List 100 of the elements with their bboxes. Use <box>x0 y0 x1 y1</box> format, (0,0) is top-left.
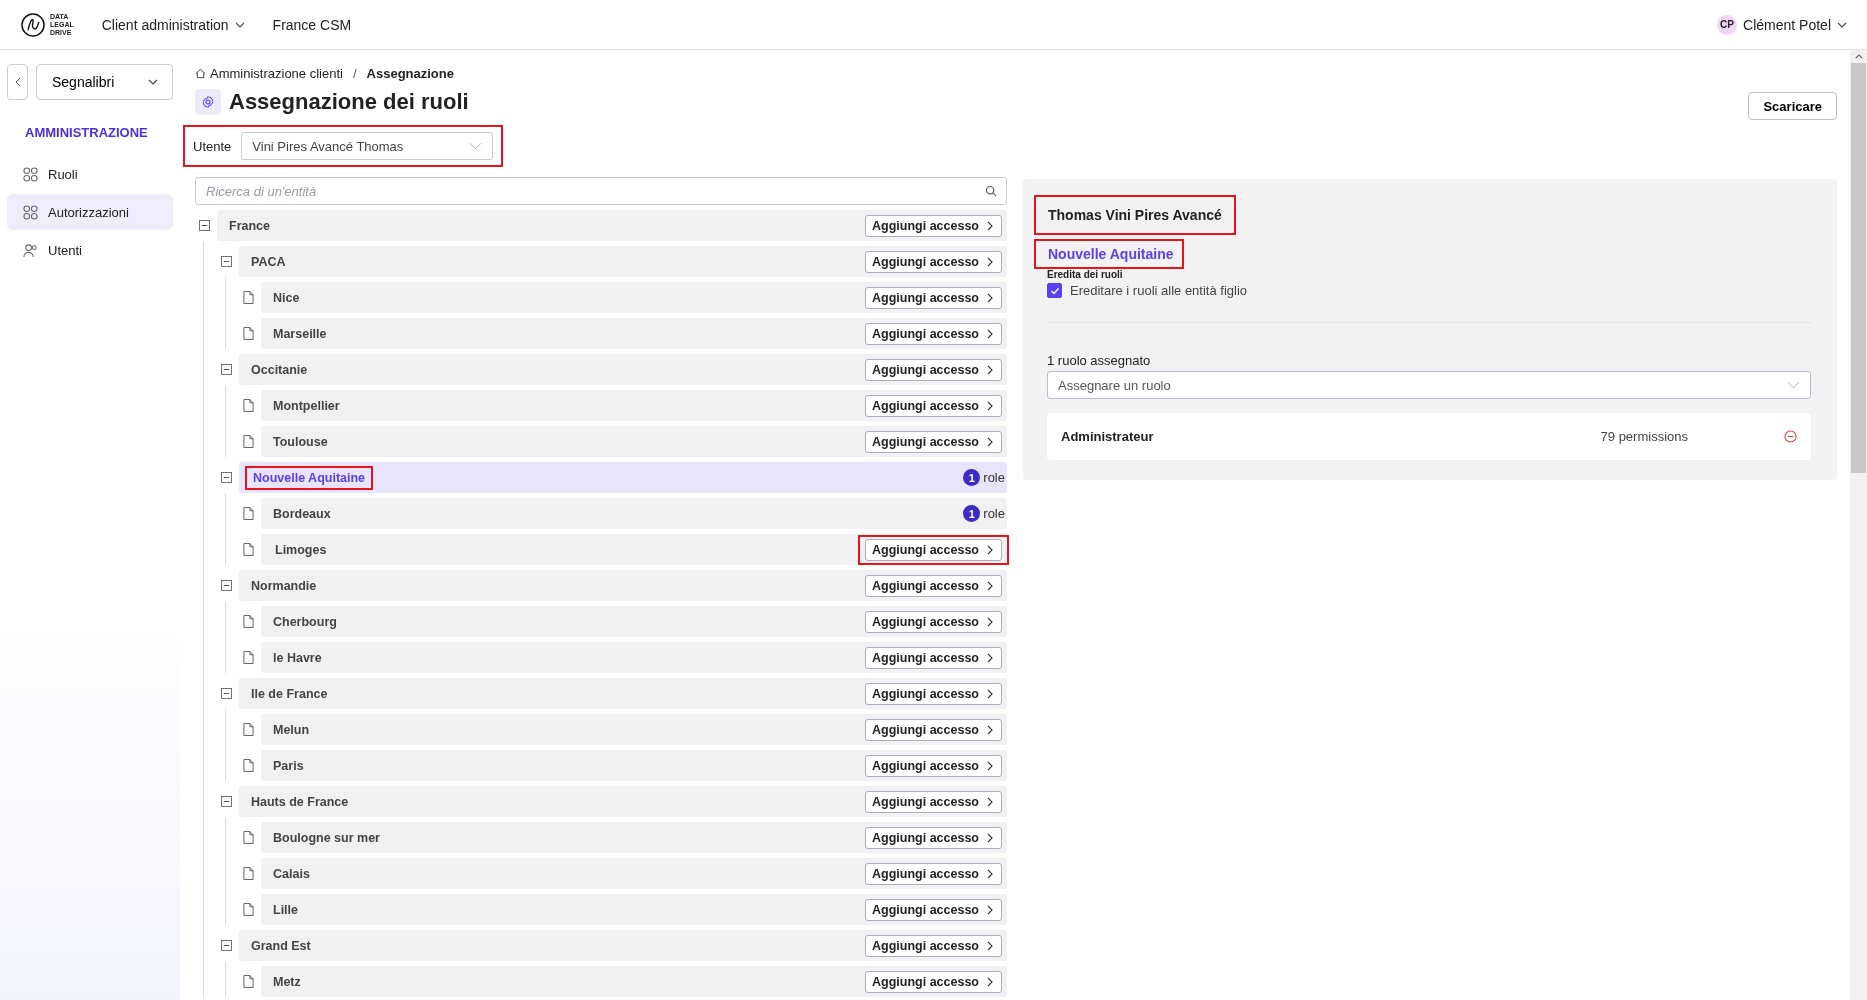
tree-node[interactable]: Ile de France Aggiungi accesso <box>239 678 1007 709</box>
tree-node[interactable]: Cherbourg Aggiungi accesso <box>261 606 1007 637</box>
tree-node[interactable]: Melun Aggiungi accesso <box>261 714 1007 745</box>
chevron-right-icon <box>987 400 993 411</box>
entity-name: Paris <box>272 757 305 775</box>
document-icon <box>243 867 254 880</box>
add-access-button[interactable]: Aggiungi accesso <box>865 610 1002 633</box>
document-icon <box>243 831 254 844</box>
document-icon <box>243 291 254 304</box>
tree-node[interactable]: France Aggiungi accesso <box>217 210 1007 241</box>
tree-node[interactable]: Marseille Aggiungi accesso <box>261 318 1007 349</box>
tree-node[interactable]: Paris Aggiungi accesso <box>261 750 1007 781</box>
tree-node[interactable]: Limoges Aggiungi accesso <box>261 534 1007 565</box>
section-heading: AMMINISTRAZIONE <box>25 125 149 140</box>
chevron-down-icon <box>234 21 245 28</box>
entity-name: Hauts de France <box>250 793 350 811</box>
collapse-toggle-icon[interactable] <box>221 688 232 699</box>
entity-name: Normandie <box>250 577 318 595</box>
entity-name: Metz <box>272 973 302 991</box>
tree-node[interactable]: Hauts de France Aggiungi accesso <box>239 786 1007 817</box>
entity-name: Ile de France <box>250 685 329 703</box>
add-access-button[interactable]: Aggiungi accesso <box>865 322 1002 345</box>
sidebar-item[interactable]: Autorizzazioni <box>7 194 173 230</box>
add-access-button[interactable]: Aggiungi accesso <box>865 646 1002 669</box>
add-access-button[interactable]: Aggiungi accesso <box>865 790 1002 813</box>
collapse-toggle-icon[interactable] <box>199 220 210 231</box>
search-icon[interactable] <box>985 185 997 197</box>
sidebar-item[interactable]: Ruoli <box>7 156 173 192</box>
user-name: Clément Potel <box>1743 16 1831 33</box>
avatar: CP <box>1717 14 1738 35</box>
entity-name: Marseille <box>272 325 328 343</box>
add-access-button[interactable]: Aggiungi accesso <box>865 358 1002 381</box>
document-icon <box>243 723 254 736</box>
tree-node[interactable]: Boulogne sur mer Aggiungi accesso <box>261 822 1007 853</box>
add-access-button[interactable]: Aggiungi accesso <box>865 754 1002 777</box>
add-access-button[interactable]: Aggiungi accesso <box>865 862 1002 885</box>
collapse-toggle-icon[interactable] <box>221 940 232 951</box>
grid-icon <box>23 204 38 220</box>
top-menu[interactable]: Client administration <box>101 16 245 33</box>
document-icon <box>243 399 254 412</box>
collapse-toggle-icon[interactable] <box>221 364 232 375</box>
add-access-button[interactable]: Aggiungi accesso <box>865 574 1002 597</box>
collapse-toggle-icon[interactable] <box>221 580 232 591</box>
users-icon <box>23 242 38 258</box>
tree-node[interactable]: Occitanie Aggiungi accesso <box>239 354 1007 385</box>
add-access-button[interactable]: Aggiungi accesso <box>865 970 1002 993</box>
tree-node[interactable]: Lille Aggiungi accesso <box>261 894 1007 925</box>
user-select[interactable]: Vini Pires Avancé Thomas <box>241 132 494 160</box>
scroll-up-icon[interactable] <box>1854 54 1863 59</box>
role-label: role <box>983 506 1005 521</box>
add-access-button[interactable]: Aggiungi accesso <box>865 286 1002 309</box>
breadcrumb-link[interactable]: Amministrazione clienti <box>210 66 343 81</box>
entity-name: Toulouse <box>272 433 329 451</box>
tree-node[interactable]: Grand Est Aggiungi accesso <box>239 930 1007 961</box>
collapse-toggle-icon[interactable] <box>221 472 232 483</box>
add-access-button[interactable]: Aggiungi accesso <box>865 682 1002 705</box>
add-access-button[interactable]: Aggiungi accesso <box>865 934 1002 957</box>
download-button[interactable]: Scaricare <box>1748 92 1837 120</box>
chevron-left-icon <box>14 76 21 87</box>
add-access-button[interactable]: Aggiungi accesso <box>865 214 1002 237</box>
chevron-right-icon <box>987 436 993 447</box>
document-icon <box>243 615 254 628</box>
collapse-toggle-icon[interactable] <box>221 796 232 807</box>
add-access-button[interactable]: Aggiungi accesso <box>865 826 1002 849</box>
chevron-down-icon <box>1837 21 1847 28</box>
assigned-count: 1 ruolo assegnato <box>1047 353 1152 368</box>
bookmarks-dropdown[interactable]: Segnalibri <box>36 64 173 100</box>
tree-node[interactable]: Montpellier Aggiungi accesso <box>261 390 1007 421</box>
chevron-right-icon <box>987 292 993 303</box>
sidebar-item[interactable]: Utenti <box>7 232 173 268</box>
add-access-button[interactable]: Aggiungi accesso <box>865 430 1002 453</box>
role-select[interactable]: Assegnare un ruolo <box>1047 371 1811 399</box>
tree-node[interactable]: PACA Aggiungi accesso <box>239 246 1007 277</box>
tree-node[interactable]: Toulouse Aggiungi accesso <box>261 426 1007 457</box>
tree-node[interactable]: le Havre Aggiungi accesso <box>261 642 1007 673</box>
tree-node[interactable]: Metz Aggiungi accesso <box>261 966 1007 997</box>
search-field[interactable]: Ricerca di un'entità <box>195 177 1007 205</box>
tree-node[interactable]: Nouvelle Aquitaine 1 role <box>239 462 1007 493</box>
add-access-button[interactable]: Aggiungi accesso <box>865 898 1002 921</box>
scrollbar[interactable] <box>1850 50 1867 1000</box>
document-icon <box>243 975 254 988</box>
collapse-toggle-icon[interactable] <box>221 256 232 267</box>
remove-icon[interactable] <box>1784 430 1797 443</box>
role-name: Administrateur <box>1061 429 1155 444</box>
tree-node[interactable]: Calais Aggiungi accesso <box>261 858 1007 889</box>
user-menu[interactable]: CP Clément Potel <box>1717 14 1847 35</box>
role-label: role <box>983 470 1005 485</box>
entity-name: Boulogne sur mer <box>272 829 381 847</box>
inherit-checkbox[interactable] <box>1047 283 1062 298</box>
top-menu[interactable]: France CSM <box>272 16 352 33</box>
logo-icon <box>20 11 46 38</box>
add-access-button[interactable]: Aggiungi accesso <box>865 250 1002 273</box>
tree-node[interactable]: Normandie Aggiungi accesso <box>239 570 1007 601</box>
settings-icon <box>195 89 221 115</box>
add-access-button[interactable]: Aggiungi accesso <box>865 394 1002 417</box>
tree-node[interactable]: Nice Aggiungi accesso <box>261 282 1007 313</box>
add-access-button[interactable]: Aggiungi accesso <box>865 538 1002 561</box>
add-access-button[interactable]: Aggiungi accesso <box>865 718 1002 741</box>
grid-icon <box>23 166 38 182</box>
tree-node[interactable]: Bordeaux 1 role <box>261 498 1007 529</box>
